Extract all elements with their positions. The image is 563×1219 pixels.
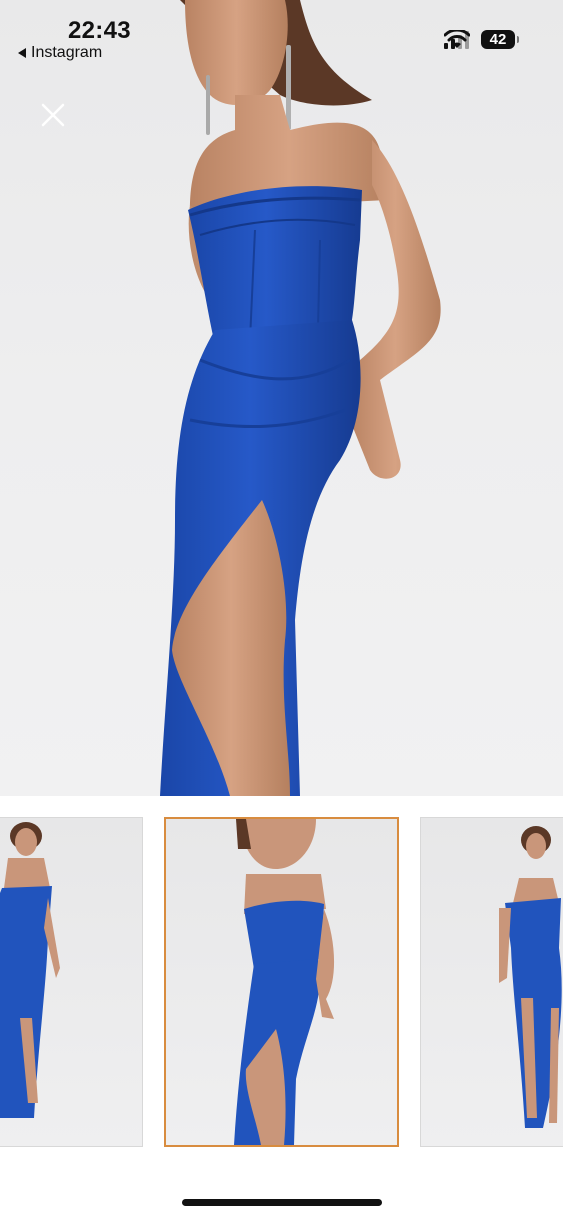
battery-level: 42 <box>489 31 507 48</box>
thumbnail-2[interactable] <box>164 817 399 1147</box>
back-to-app-button[interactable]: Instagram <box>18 44 102 62</box>
battery-icon: 42 <box>481 30 519 49</box>
thumbnail-3[interactable] <box>420 817 563 1147</box>
thumbnail-1-image <box>0 822 60 1118</box>
wifi-icon <box>444 30 470 48</box>
status-time: 22:43 <box>68 17 131 44</box>
back-app-label: Instagram <box>31 44 103 61</box>
close-button[interactable] <box>40 102 68 130</box>
thumbnail-strip <box>0 817 563 1151</box>
model-illustration <box>160 0 441 796</box>
thumbnail-3-image <box>499 826 562 1128</box>
thumbnail-2-image <box>234 819 335 1145</box>
main-photo[interactable]: 22:43 Instagram 42 <box>0 0 563 796</box>
close-icon <box>41 103 65 127</box>
thumbnail-1[interactable] <box>0 817 143 1147</box>
home-indicator[interactable] <box>182 1199 382 1206</box>
status-icons: 42 <box>444 30 519 49</box>
back-arrow-icon <box>18 48 26 58</box>
